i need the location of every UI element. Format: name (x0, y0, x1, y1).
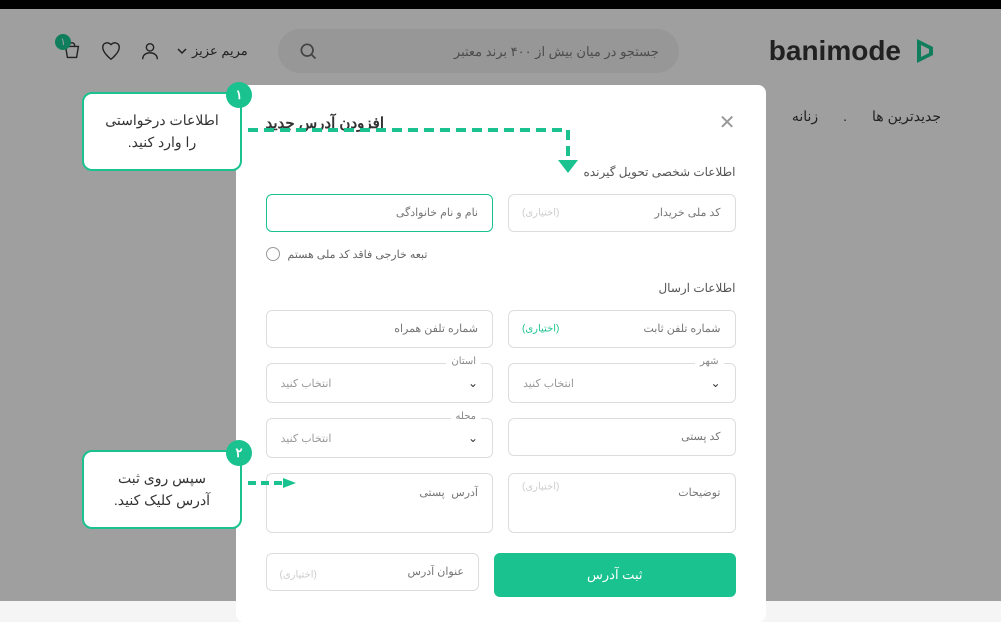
foreign-checkbox[interactable] (266, 247, 280, 261)
city-select[interactable]: ⌄ انتخاب کنید (508, 363, 736, 403)
foreign-checkbox-row[interactable]: تبعه خارجی فاقد کد ملی هستم (266, 247, 736, 261)
chevron-down-icon: ⌄ (710, 376, 720, 390)
province-select[interactable]: ⌄ انتخاب کنید (266, 363, 494, 403)
callout-badge-1: ۱ (226, 82, 252, 108)
chevron-down-icon: ⌄ (468, 431, 478, 445)
add-address-modal: ✕ افزودن آدرس جدید اطلاعات شخصی تحویل گی… (236, 85, 766, 622)
callout-text-1: اطلاعات درخواستی را وارد کنید. (105, 112, 218, 150)
fullname-input[interactable] (266, 194, 494, 232)
section-shipping-title: اطلاعات ارسال (266, 281, 736, 295)
address-textarea[interactable] (266, 473, 494, 533)
optional-label: (اختیاری) (522, 208, 559, 219)
foreign-checkbox-label: تبعه خارجی فاقد کد ملی هستم (288, 248, 428, 261)
callout-step-2: ۲ سپس روی ثبت آدرس کلیک کنید. (82, 450, 242, 529)
submit-address-button[interactable]: ثبت آدرس (494, 553, 736, 597)
optional-label: (اختیاری) (522, 324, 559, 335)
callout-step-1: ۱ اطلاعات درخواستی را وارد کنید. (82, 92, 242, 171)
modal-header: ✕ افزودن آدرس جدید (266, 110, 736, 135)
modal-title: افزودن آدرس جدید (266, 114, 384, 132)
callout-text-2: سپس روی ثبت آدرس کلیک کنید. (114, 470, 210, 508)
province-placeholder: انتخاب کنید (281, 377, 332, 390)
callout-badge-2: ۲ (226, 440, 252, 466)
chevron-down-icon: ⌄ (468, 376, 478, 390)
mobile-input[interactable] (266, 310, 494, 348)
province-label: استان (446, 356, 481, 367)
district-placeholder: انتخاب کنید (281, 432, 332, 445)
city-label: شهر (695, 356, 724, 367)
district-select[interactable]: ⌄ انتخاب کنید (266, 418, 494, 458)
postal-input[interactable] (508, 418, 736, 456)
optional-label: (اختیاری) (522, 482, 559, 493)
close-icon[interactable]: ✕ (719, 110, 736, 135)
city-placeholder: انتخاب کنید (523, 377, 574, 390)
district-label: محله (451, 411, 481, 422)
section-personal-title: اطلاعات شخصی تحویل گیرنده (266, 165, 736, 179)
optional-label: (اختیاری) (280, 570, 317, 581)
